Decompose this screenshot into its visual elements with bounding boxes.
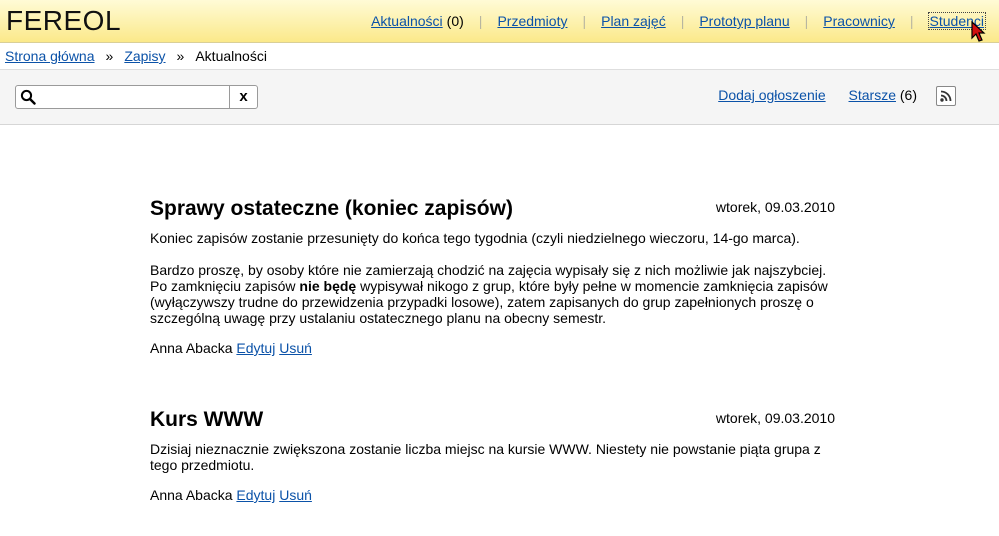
search-icon <box>20 89 36 105</box>
breadcrumb-current: Aktualności <box>195 48 267 64</box>
edit-post-link[interactable]: Edytuj <box>236 340 275 356</box>
post-meta: Anna Abacka Edytuj Usuń <box>150 340 835 356</box>
nav-separator: | <box>478 13 483 29</box>
older-count: (6) <box>899 87 917 103</box>
main-nav: Aktualności (0) | Przedmioty | Plan zaję… <box>371 12 987 30</box>
toolbar-links: Dodaj ogłoszenie Starsze (6) <box>718 87 917 103</box>
clear-search-button[interactable]: x <box>229 86 257 108</box>
news-toolbar: x Dodaj ogłoszenie Starsze (6) <box>0 70 999 125</box>
nav-item-pracownicy[interactable]: Pracownicy <box>823 13 895 29</box>
nav-item-przedmioty[interactable]: Przedmioty <box>497 13 567 29</box>
post-paragraph: Bardzo proszę, by osoby które nie zamier… <box>150 262 835 326</box>
news-post: Kurs WWW wtorek, 09.03.2010 Dzisiaj niez… <box>150 408 835 503</box>
search-input[interactable] <box>38 87 242 107</box>
add-announcement-link[interactable]: Dodaj ogłoszenie <box>718 87 825 103</box>
nav-separator: | <box>804 13 809 29</box>
post-author: Anna Abacka <box>150 487 233 503</box>
breadcrumb-home[interactable]: Strona główna <box>5 48 95 64</box>
top-header: FEREOL Aktualności (0) | Przedmioty | Pl… <box>0 0 999 43</box>
post-paragraph: Koniec zapisów zostanie przesunięty do k… <box>150 230 800 246</box>
breadcrumb-separator: » <box>176 48 185 64</box>
edit-post-link[interactable]: Edytuj <box>236 487 275 503</box>
post-bold-text: nie będę <box>299 278 357 294</box>
site-logo[interactable]: FEREOL <box>6 6 121 36</box>
delete-post-link[interactable]: Usuń <box>279 487 312 503</box>
older-link[interactable]: Starsze <box>849 87 896 103</box>
post-date: wtorek, 09.03.2010 <box>715 199 835 215</box>
post-date: wtorek, 09.03.2010 <box>715 410 835 426</box>
nav-item-aktualnosci[interactable]: Aktualności <box>371 13 443 29</box>
mouse-cursor-icon <box>971 21 986 42</box>
rss-feed-button[interactable] <box>936 86 956 106</box>
nav-aktualnosci-count: (0) <box>446 13 464 29</box>
search-box: x <box>15 85 258 109</box>
rss-icon <box>940 90 952 102</box>
post-meta: Anna Abacka Edytuj Usuń <box>150 487 835 503</box>
news-post: Sprawy ostateczne (koniec zapisów) wtore… <box>150 197 835 356</box>
breadcrumb-separator: » <box>105 48 114 64</box>
post-author: Anna Abacka <box>150 340 233 356</box>
delete-post-link[interactable]: Usuń <box>279 340 312 356</box>
nav-item-prototyp-planu[interactable]: Prototyp planu <box>699 13 789 29</box>
nav-separator: | <box>909 13 914 29</box>
nav-separator: | <box>680 13 685 29</box>
nav-separator: | <box>582 13 587 29</box>
breadcrumb: Strona główna » Zapisy » Aktualności <box>0 43 999 70</box>
breadcrumb-zapisy[interactable]: Zapisy <box>124 48 165 64</box>
nav-item-plan-zajec[interactable]: Plan zajęć <box>601 13 666 29</box>
post-paragraph: Dzisiaj nieznacznie zwiększona zostanie … <box>150 441 821 473</box>
